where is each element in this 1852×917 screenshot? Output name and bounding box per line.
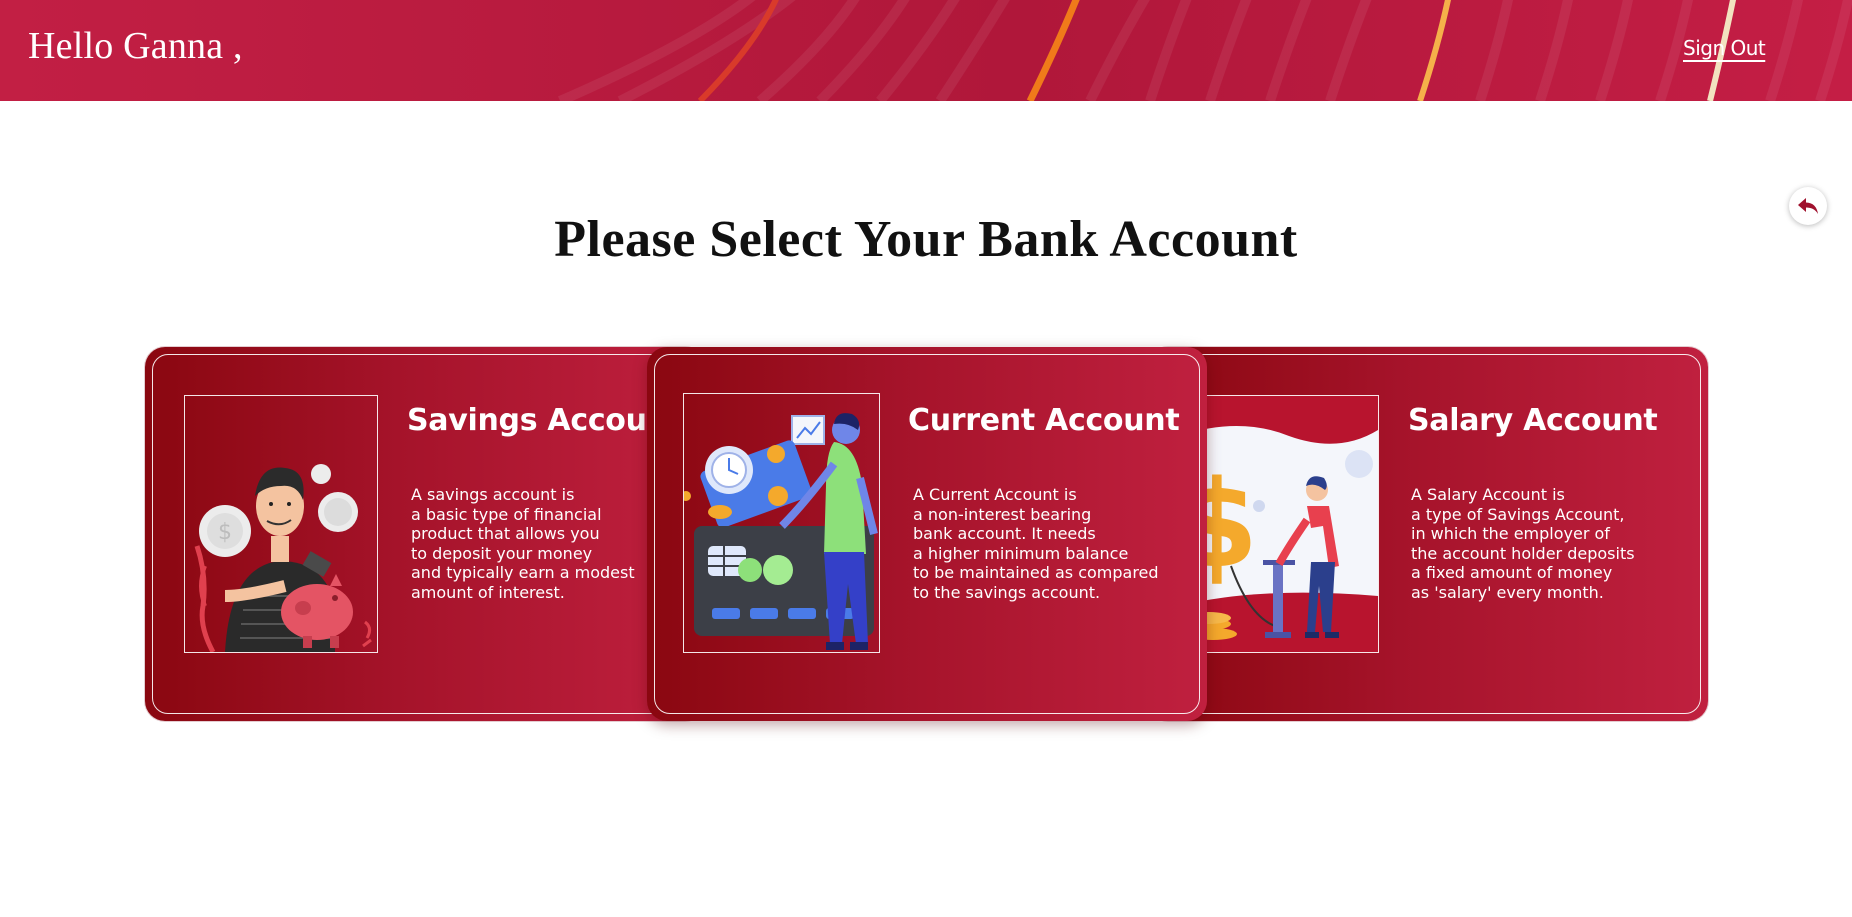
salary-account-title: Salary Account bbox=[1408, 403, 1658, 438]
savings-text-clip: Savings Account A savings account is a b… bbox=[145, 347, 645, 721]
salary-account-card[interactable]: $ Salary Account A Salary Account is a t… bbox=[1148, 347, 1708, 721]
salary-illustration: $ bbox=[1178, 395, 1379, 653]
top-header: Hello Ganna , Sign Out bbox=[0, 0, 1852, 101]
current-illustration bbox=[683, 393, 880, 653]
salary-account-description: A Salary Account is a type of Savings Ac… bbox=[1411, 485, 1635, 602]
savings-account-card[interactable]: $ Savings Account A savings account is a… bbox=[145, 347, 705, 721]
greeting-text: Hello Ganna , bbox=[28, 25, 243, 67]
current-account-description: A Current Account is a non-interest bear… bbox=[913, 485, 1159, 602]
current-account-card[interactable]: Current Account A Current Account is a n… bbox=[647, 347, 1207, 721]
sign-out-link[interactable]: Sign Out bbox=[1683, 36, 1766, 60]
header-stripes-decoration bbox=[558, 0, 1852, 101]
savings-account-title: Savings Account bbox=[407, 403, 645, 438]
current-account-title: Current Account bbox=[908, 403, 1180, 438]
page-title: Please Select Your Bank Account bbox=[554, 211, 1298, 268]
savings-account-description: A savings account is a basic type of fin… bbox=[411, 485, 635, 602]
